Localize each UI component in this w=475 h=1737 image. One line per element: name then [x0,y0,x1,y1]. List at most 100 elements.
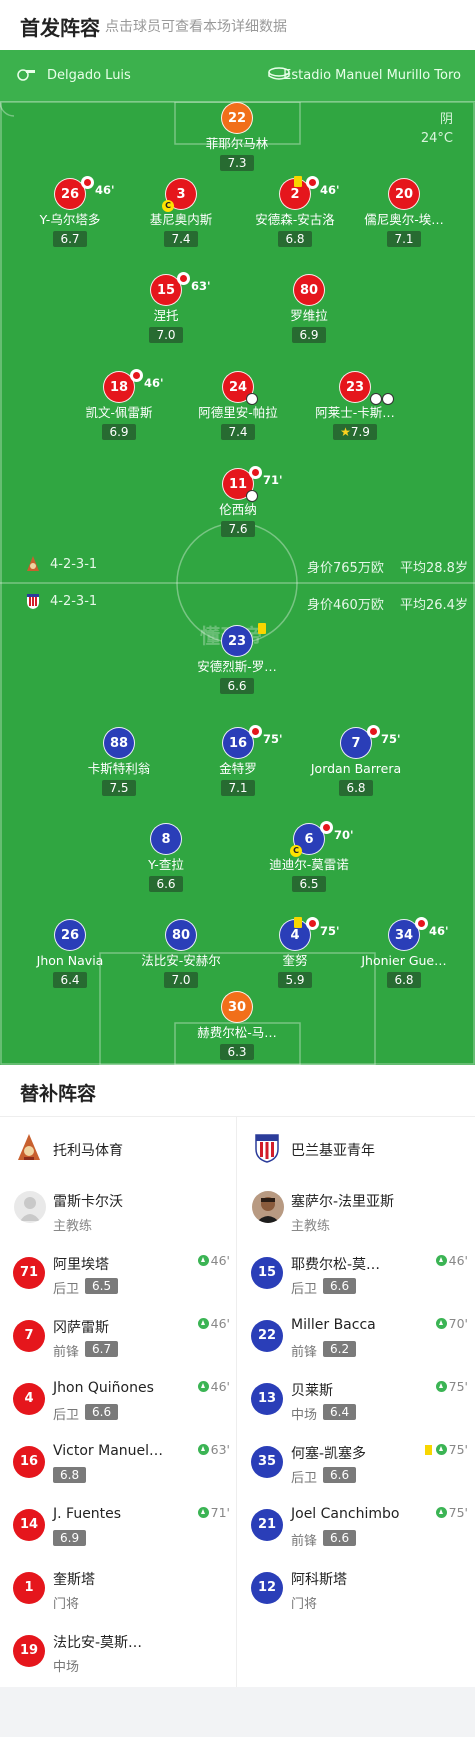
coach-avatar-placeholder-icon [14,1191,46,1223]
sub-player-row[interactable]: 12 阿科斯塔 门将 [238,1558,475,1621]
away-team-row[interactable]: 巴兰基亚青年 [238,1117,475,1179]
sub-number: 71 [13,1257,45,1289]
player-name: 迪迪尔-莫雷诺 [269,857,349,872]
sub-in-time: 46' [197,1379,230,1394]
sub-player-row[interactable]: 14 J. Fuentes 6.9 71' [0,1495,237,1558]
player-away-34[interactable]: 34 46' Jhonier Gue… 6.8 [344,917,464,988]
player-home-15[interactable]: 15 63' 涅托 7.0 [106,272,226,343]
sub-player-row[interactable]: 7 冈萨雷斯 前锋 6.7 46' [0,1306,237,1369]
player-home-22[interactable]: 22 菲耶尔马林 7.3 [177,102,297,171]
yellow-card-icon [424,1445,432,1455]
sub-name: 何塞-凯塞多 [291,1446,367,1462]
player-rating: 7.0 [164,972,198,988]
away-team-name: 巴兰基亚青年 [291,1143,375,1159]
home-team-logo-icon [18,1134,40,1160]
sub-name: Victor Manuel… [53,1443,164,1459]
sub-name: 法比安-莫斯… [53,1635,143,1651]
player-home-2[interactable]: 2 46' 安德森-安古洛 6.8 [235,176,355,247]
sub-rating: 6.6 [85,1404,119,1420]
player-away-16[interactable]: 16 75' 金特罗 7.1 [178,725,298,796]
player-home-23[interactable]: 23 阿莱士-卡斯… ★7.9 [295,371,415,440]
lineup-title: 首发阵容 [20,16,100,40]
sub-player-row[interactable]: 71 阿里埃塔 后卫 6.5 46' [0,1243,237,1306]
sub-in-icon [435,1507,447,1518]
sub-player-row[interactable]: 1 奎斯塔 门将 [0,1558,237,1621]
player-number: 24 [228,380,248,395]
player-name: Jhon Navia [36,953,104,968]
sub-number: 19 [13,1635,45,1667]
sub-player-row[interactable]: 19 法比安-莫斯… 中场 [0,1621,237,1684]
player-home-80[interactable]: 80 罗维拉 6.9 [249,274,369,343]
away-coach-row[interactable]: 塞萨尔-法里亚斯 主教练 [238,1179,475,1243]
player-away-8[interactable]: 8 Y-查拉 6.6 [106,823,226,892]
home-formation: 4-2-3-1 [50,557,98,572]
player-home-3[interactable]: 3C 基尼奥内斯 7.4 [121,178,241,247]
home-team-row[interactable]: 托利马体育 [0,1117,237,1179]
yellow-card-icon [258,623,266,634]
sub-off-icon [320,821,333,834]
player-away-26[interactable]: 26 Jhon Navia 6.4 [10,919,130,988]
home-subs-column: 托利马体育 雷斯卡尔沃 主教练 71 阿里埃塔 后卫 6.5 46' 7 冈萨雷… [0,1117,237,1687]
sub-rating: 6.5 [85,1278,119,1294]
sub-player-row[interactable]: 22 Miller Bacca 前锋 6.2 70' [238,1306,475,1369]
player-name: 基尼奥内斯 [149,212,213,227]
player-rating: 6.6 [220,678,254,694]
sub-in-icon [435,1381,447,1392]
player-away-88[interactable]: 88 卡斯特利翁 7.5 [59,727,179,796]
sub-in-time: 75' [435,1505,468,1520]
sub-number: 15 [251,1257,283,1289]
player-rating: 7.3 [220,155,254,171]
player-away-30[interactable]: 30 赫费尔松-马… 6.3 [177,991,297,1060]
lineup-subtitle: 点击球员可查看本场详细数据 [105,19,287,35]
sub-rating: 6.6 [323,1278,357,1294]
sub-name: Joel Canchimbo [291,1506,400,1522]
sub-player-row[interactable]: 16 Victor Manuel… 6.8 63' [0,1432,237,1495]
sub-player-row[interactable]: 21 Joel Canchimbo 前锋 6.6 75' [238,1495,475,1558]
player-away-7[interactable]: 7 75' Jordan Barrera 6.8 [296,725,416,796]
sub-in-minute: 70' [448,1316,468,1331]
weather: 阴 24°C [421,110,453,148]
weather-condition: 阴 [439,112,453,127]
home-formation-row: 4-2-3-1 身价765万欧 平均28.8岁 [0,555,475,576]
player-name: 奎努 [282,953,308,968]
home-coach-row[interactable]: 雷斯卡尔沃 主教练 [0,1179,237,1243]
sub-player-row[interactable]: 4 Jhon Quiñones 后卫 6.6 46' [0,1369,237,1432]
sub-in-time: 63' [197,1442,230,1457]
sub-rating: 6.7 [85,1341,119,1357]
player-away-23[interactable]: 23 安德烈斯-罗… 6.6 [177,623,297,694]
player-rating: 7.5 [102,780,136,796]
player-home-26[interactable]: 26 46' Y-乌尔塔多 6.7 [10,176,130,247]
sub-in-minute: 46' [448,1253,468,1268]
sub-player-row[interactable]: 13 贝莱斯 中场 6.4 75' [238,1369,475,1432]
player-name: 赫费尔松-马… [197,1025,277,1040]
home-team-name: 托利马体育 [53,1143,123,1159]
player-rating: 7.1 [387,231,421,247]
sub-player-row[interactable]: 15 耶费尔松-莫… 后卫 6.6 46' [238,1243,475,1306]
sub-position: 门将 [291,1597,318,1612]
sub-number: 16 [13,1446,45,1478]
match-info-bar: Delgado Luis Estadio Manuel Murillo Toro [0,50,475,102]
player-rating: 7.0 [149,327,183,343]
player-away-4[interactable]: 4 75' 奎努 5.9 [235,917,355,988]
sub-position: 中场 [291,1408,318,1423]
sub-off-icon [81,176,94,189]
sub-player-row[interactable]: 35 何塞-凯塞多 后卫 6.6 75' [238,1432,475,1495]
sub-rating: 6.6 [323,1530,357,1546]
player-name: 涅托 [153,308,179,323]
player-away-80[interactable]: 80 法比安-安赫尔 7.0 [121,919,241,988]
player-home-11[interactable]: 11 71' 伦西纳 7.6 [178,466,298,537]
player-number: 4 [290,928,300,943]
player-home-18[interactable]: 18 46' 凯文-佩雷斯 6.9 [59,369,179,440]
sub-in-minute: 46' [210,1316,230,1331]
player-home-20[interactable]: 20 儒尼奥尔-埃… 7.1 [344,178,464,247]
sub-in-time: 75' [435,1379,468,1394]
player-number: 23 [345,380,365,395]
home-value: 身价765万欧 [307,561,384,576]
yellow-card-icon [294,176,302,187]
player-number: 20 [388,178,420,210]
player-away-6[interactable]: 6 70' C 迪迪尔-莫雷诺 6.5 [249,821,369,892]
player-rating: 6.8 [278,231,312,247]
sub-time: 75' [263,732,283,746]
away-value: 身价460万欧 [307,598,384,613]
player-home-24[interactable]: 24 阿德里安-帕拉 7.4 [178,371,298,440]
